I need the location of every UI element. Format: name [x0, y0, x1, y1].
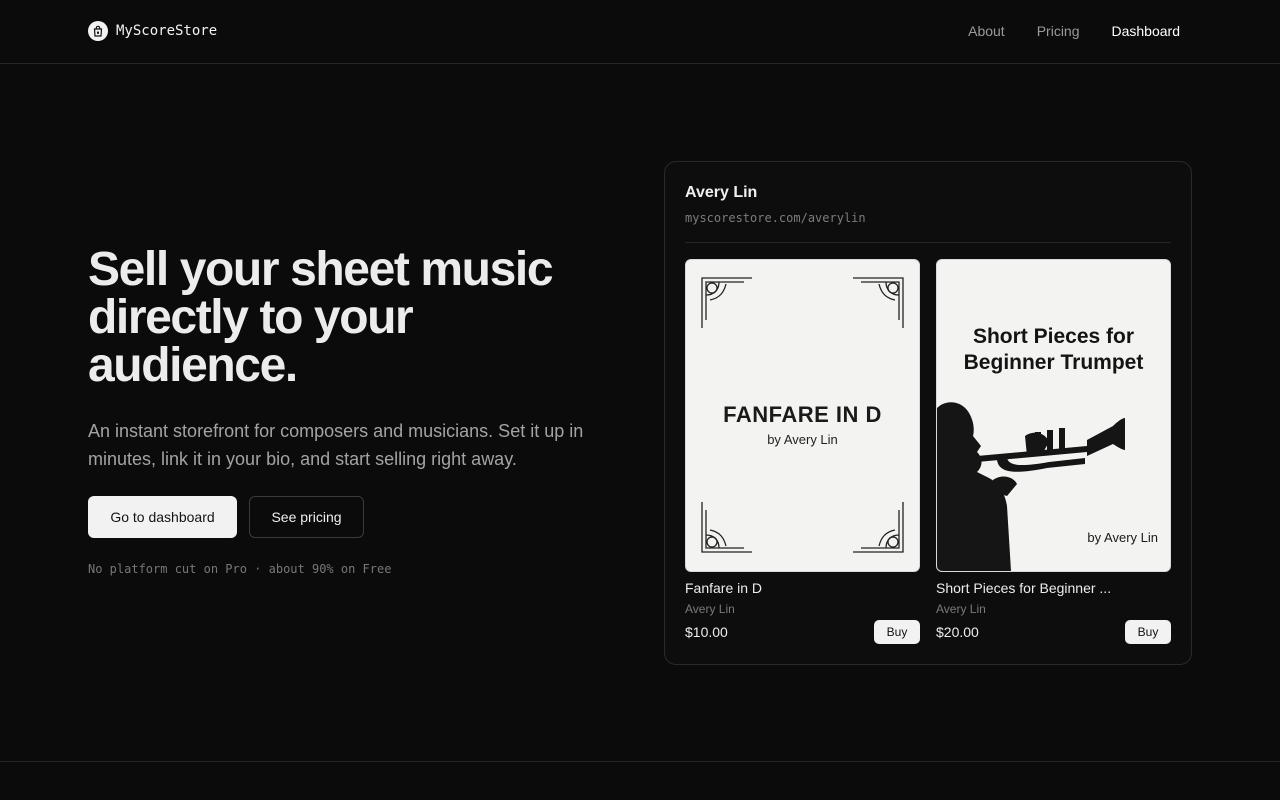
nav-link-dashboard[interactable]: Dashboard: [1112, 23, 1181, 39]
nav-link-about[interactable]: About: [968, 23, 1005, 39]
see-pricing-button[interactable]: See pricing: [249, 496, 364, 538]
product-price: $10.00: [685, 624, 728, 640]
product-cover-image[interactable]: Short Pieces for Beginner Trumpet by Ave…: [936, 259, 1171, 572]
brand-name: MyScoreStore: [116, 23, 218, 39]
top-navigation-bar: MyScoreStore About Pricing Dashboard: [0, 0, 1280, 64]
product-author: Avery Lin: [936, 602, 986, 616]
buy-button[interactable]: Buy: [874, 620, 920, 644]
product-author: Avery Lin: [685, 602, 735, 616]
hero-headline: Sell your sheet music directly to your a…: [88, 243, 554, 392]
store-url[interactable]: myscorestore.com/averylin: [685, 211, 866, 225]
product-title[interactable]: Short Pieces for Beginner ...: [936, 580, 1121, 596]
product-price: $20.00: [936, 624, 979, 640]
storefront-preview-card: Avery Lin myscorestore.com/averylin FANF…: [664, 161, 1192, 665]
cover-byline: by Avery Lin: [1087, 530, 1158, 545]
trumpet-player-silhouette-icon: [937, 402, 1125, 571]
cover-title: FANFARE IN D: [723, 402, 882, 427]
nav-link-pricing[interactable]: Pricing: [1037, 23, 1080, 39]
product-cover-image[interactable]: FANFARE IN D by Avery Lin: [685, 259, 920, 572]
product-card[interactable]: FANFARE IN D by Avery Lin Fanfare in D A…: [685, 259, 920, 649]
store-owner-name: Avery Lin: [685, 184, 758, 201]
pricing-footnote: No platform cut on Pro · about 90% on Fr…: [88, 562, 392, 576]
cover-title: Short Pieces for Beginner Trumpet: [963, 325, 1144, 374]
cover-byline: by Avery Lin: [767, 432, 838, 447]
main-nav: About Pricing Dashboard: [968, 23, 1180, 39]
product-title[interactable]: Fanfare in D: [685, 580, 870, 596]
footer-divider: [0, 761, 1280, 762]
shopping-bag-icon: [88, 21, 108, 41]
divider: [685, 242, 1171, 243]
product-card[interactable]: Short Pieces for Beginner Trumpet by Ave…: [936, 259, 1171, 649]
hero-subtitle: An instant storefront for composers and …: [88, 421, 584, 469]
go-to-dashboard-button[interactable]: Go to dashboard: [88, 496, 237, 538]
brand-logo-link[interactable]: MyScoreStore: [88, 21, 217, 41]
buy-button[interactable]: Buy: [1125, 620, 1171, 644]
